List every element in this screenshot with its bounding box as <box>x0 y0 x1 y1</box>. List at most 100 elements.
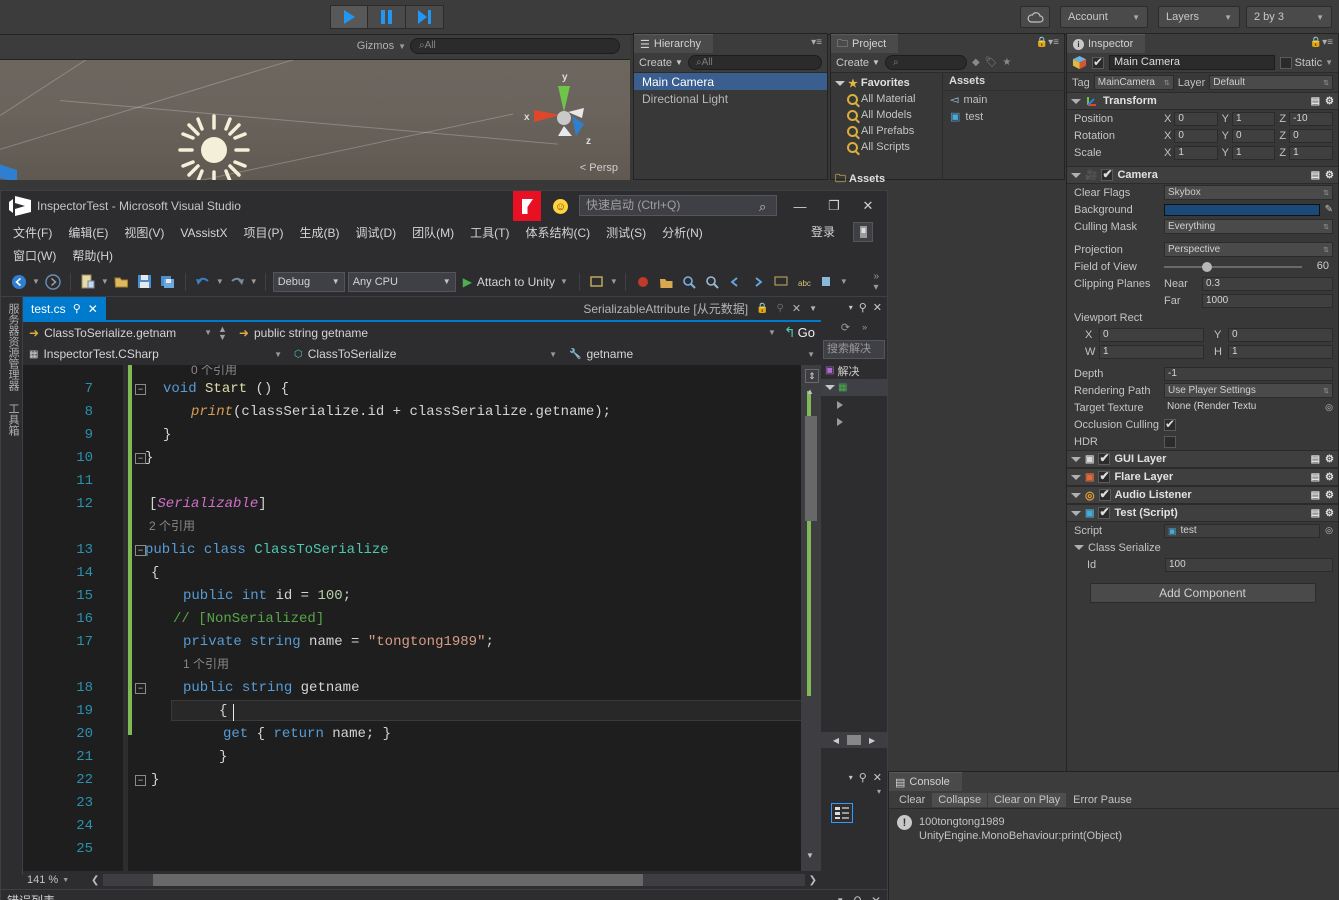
solution-root-node[interactable]: ▣ 解决 <box>821 362 887 379</box>
editor-scrollbar-thumb[interactable] <box>805 416 817 521</box>
scroll-right-arrow-icon[interactable]: ❯ <box>809 875 817 886</box>
gear-icon[interactable]: ⚙ <box>1325 454 1334 465</box>
directional-light-gizmo[interactable] <box>178 114 250 180</box>
menu-team[interactable]: 团队(M) <box>404 222 462 243</box>
toolbox-icon[interactable] <box>656 272 676 292</box>
menu-edit[interactable]: 编辑(E) <box>60 222 116 243</box>
fov-value[interactable]: 60 <box>1317 260 1329 272</box>
camera-gizmo[interactable] <box>0 160 25 180</box>
project-assets-root[interactable]: 🗀 Assets <box>831 171 942 187</box>
step-button[interactable] <box>406 5 444 29</box>
depth-input[interactable]: -1 <box>1164 366 1333 381</box>
send-feedback-smiley-icon[interactable]: ☺ <box>553 199 568 214</box>
clear-flags-dropdown[interactable]: Skybox ⇅ <box>1164 185 1333 200</box>
navigate-backward-icon[interactable] <box>9 272 29 292</box>
help-icon[interactable]: ▤ <box>1311 472 1320 483</box>
find-icon[interactable] <box>679 272 699 292</box>
fold-toggle-icon[interactable]: − <box>135 683 146 694</box>
close-icon[interactable]: ✕ <box>871 894 881 900</box>
go-button[interactable]: Go <box>798 325 815 340</box>
eyedropper-icon[interactable]: ✎ <box>1325 204 1333 215</box>
attach-to-unity-button[interactable]: ▶ Attach to Unity ▼ <box>459 275 572 289</box>
far-input[interactable]: 1000 <box>1202 293 1333 308</box>
hierarchy-item-directional-light[interactable]: Directional Light <box>634 90 827 107</box>
console-clear-on-play-button[interactable]: Clear on Play <box>988 792 1067 807</box>
project-favorite-all-material[interactable]: All Material <box>831 91 942 107</box>
projection-dropdown[interactable]: Perspective ⇅ <box>1164 242 1333 257</box>
menu-test[interactable]: 测试(S) <box>598 222 654 243</box>
close-icon[interactable]: ✕ <box>873 301 882 314</box>
class-dropdown[interactable]: ⬡ ClassToSerialize ▼ <box>288 344 563 364</box>
cloud-button[interactable] <box>1020 6 1050 28</box>
hierarchy-item-main-camera[interactable]: Main Camera <box>634 73 827 90</box>
menu-file[interactable]: 文件(F) <box>5 222 60 243</box>
spellcheck-icon[interactable]: abc <box>794 272 814 292</box>
viewport-w-input[interactable]: 1 <box>1099 344 1204 359</box>
gear-icon[interactable]: ⚙ <box>1325 508 1334 519</box>
static-checkbox[interactable] <box>1279 56 1292 69</box>
chevron-down-icon[interactable]: ▼ <box>809 304 817 313</box>
nav-back-icon[interactable] <box>725 272 745 292</box>
console-collapse-button[interactable]: Collapse <box>932 792 988 807</box>
project-create-button[interactable]: Create ▼ <box>836 57 880 69</box>
document-tab-test-cs[interactable]: test.cs ⚲ ✕ <box>23 297 106 320</box>
scale-x-input[interactable]: 1 <box>1174 145 1218 160</box>
menu-architecture[interactable]: 体系结构(C) <box>517 222 598 243</box>
new-file-icon[interactable] <box>78 272 98 292</box>
pin-icon[interactable]: ⚲ <box>859 771 867 784</box>
redo-icon[interactable] <box>227 272 247 292</box>
menu-window[interactable]: 窗口(W) <box>5 245 64 266</box>
feedback-icon[interactable] <box>853 222 873 242</box>
object-picker-icon[interactable]: ◎ <box>1325 525 1333 536</box>
layer-dropdown[interactable]: Default ⇅ <box>1209 75 1333 90</box>
layout-dropdown[interactable]: 2 by 3 ▼ <box>1246 6 1332 28</box>
member-scope-dropdown[interactable]: ➜ ClassToSerialize.getnam ▼ <box>23 323 218 343</box>
culling-mask-dropdown[interactable]: Everything ⇅ <box>1164 219 1333 234</box>
open-file-icon[interactable] <box>112 272 132 292</box>
project-favorite-all-models[interactable]: All Models <box>831 107 942 123</box>
scene-axis-gizmo[interactable]: y x z <box>522 68 604 154</box>
filter-type-icon[interactable]: ◆ <box>972 57 980 68</box>
pin-icon[interactable]: ⚲ <box>73 302 81 315</box>
help-icon[interactable]: ▤ <box>1311 170 1320 181</box>
console-clear-button[interactable]: Clear <box>893 793 931 807</box>
scene-search-input[interactable]: ⌕All <box>410 38 620 54</box>
play-button[interactable] <box>330 5 368 29</box>
help-icon[interactable]: ▤ <box>1311 96 1320 107</box>
help-icon[interactable]: ▤ <box>1311 508 1320 519</box>
save-icon[interactable] <box>135 272 155 292</box>
menu-vassistx[interactable]: VAssistX <box>172 224 235 242</box>
close-icon[interactable]: ✕ <box>792 302 801 315</box>
component-header-audio-listener[interactable]: ◎ Audio Listener ▤⚙ <box>1067 486 1338 504</box>
position-x-input[interactable]: 0 <box>1174 111 1218 126</box>
chevron-down-icon[interactable]: ▾ <box>849 303 853 312</box>
scroll-up-arrow-icon[interactable]: ▲ <box>806 387 814 396</box>
class-serialize-foldout-row[interactable]: Class Serialize <box>1067 539 1338 556</box>
audio-listener-enabled-checkbox[interactable] <box>1098 487 1111 501</box>
solution-platform-dropdown[interactable]: Any CPU ▼ <box>347 271 456 292</box>
overflow-icon[interactable]: » <box>862 322 867 332</box>
navigate-forward-icon[interactable] <box>43 272 63 292</box>
menu-tools[interactable]: 工具(T) <box>462 222 517 243</box>
close-icon[interactable]: ✕ <box>88 302 98 316</box>
chevron-down-icon[interactable]: ▾ <box>849 773 853 782</box>
help-icon[interactable]: ▤ <box>1311 490 1320 501</box>
foldout-icon[interactable] <box>1071 510 1081 516</box>
background-color-swatch[interactable] <box>1164 203 1320 216</box>
find-all-icon[interactable] <box>702 272 722 292</box>
scale-y-input[interactable]: 1 <box>1232 145 1276 160</box>
member-signature-dropdown[interactable]: ➜ public string getname ▼ <box>233 323 782 343</box>
project-asset-test[interactable]: ▣ test <box>943 108 1064 125</box>
refactor-icon[interactable] <box>817 272 837 292</box>
editor-zoom-dropdown[interactable]: 141 % ▼ <box>27 874 87 886</box>
object-name-input[interactable]: Main Camera <box>1109 55 1275 70</box>
menu-debug[interactable]: 调试(D) <box>347 222 404 243</box>
panel-menu-icon[interactable]: 🔒▾≡ <box>1036 37 1059 48</box>
scale-z-input[interactable]: 1 <box>1289 145 1334 160</box>
breakpoint-icon[interactable] <box>633 272 653 292</box>
properties-categorized-icon[interactable] <box>831 803 853 823</box>
scroll-down-arrow-icon[interactable]: ▼ <box>806 851 814 860</box>
pause-button[interactable] <box>368 5 406 29</box>
tab-project[interactable]: 🗀 Project <box>831 34 899 53</box>
codelens-start[interactable]: 0 个引用 <box>191 365 237 378</box>
